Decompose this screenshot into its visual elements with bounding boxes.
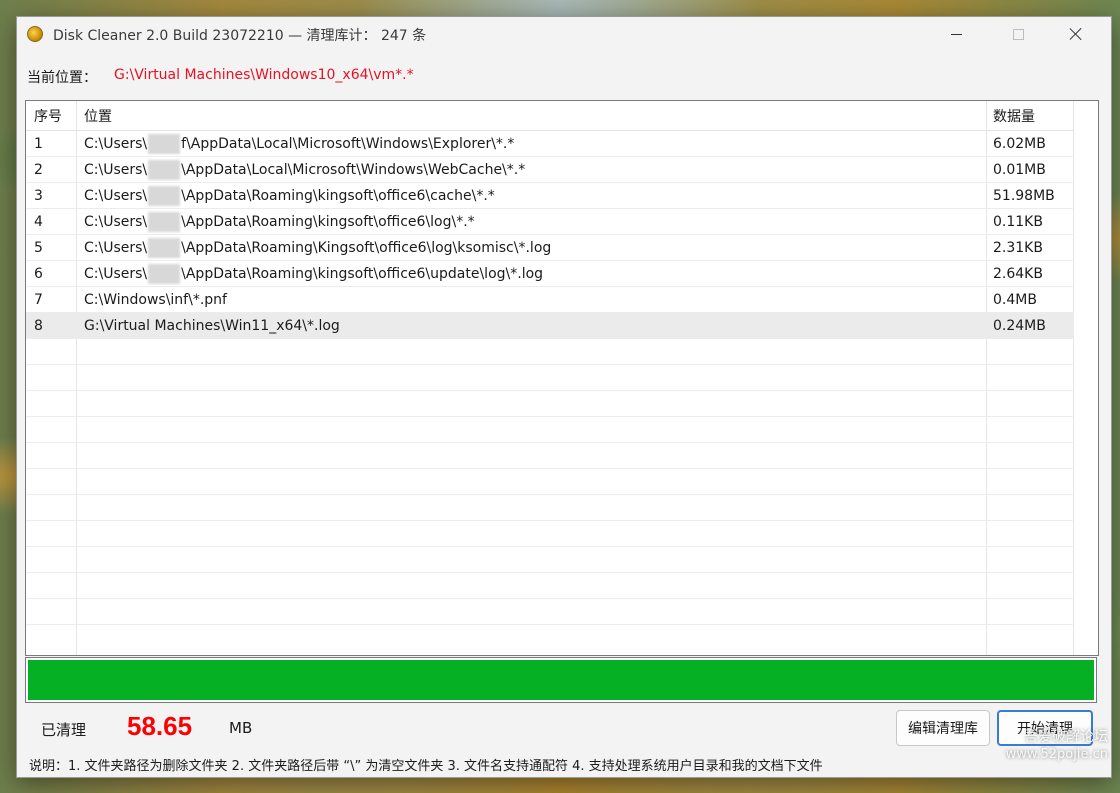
- title-bar[interactable]: Disk Cleaner 2.0 Build 23072210 — 清理库计： …: [17, 17, 1111, 51]
- cleaned-unit: MB: [229, 719, 253, 737]
- header-index[interactable]: 序号: [34, 101, 74, 130]
- row-path: G:\Virtual Machines\Win11_x64\*.log: [84, 317, 340, 334]
- empty-row: [26, 521, 1074, 547]
- table-row[interactable]: 5 C:\Users\ \AppData\Roaming\Kingsoft\off…: [26, 235, 1074, 261]
- row-path: C:\Users\ \AppData\Local\Microsoft\Window…: [84, 159, 526, 180]
- redacted-username: [148, 133, 181, 154]
- row-path: C:\Users\ \AppData\Roaming\kingsoft\offic…: [84, 263, 544, 284]
- cleaned-label: 已清理: [41, 721, 87, 739]
- watermark-title: 吾爱破解论坛: [1024, 729, 1108, 745]
- location-label: 当前位置：: [27, 70, 97, 86]
- row-path: C:\Users\ f\AppData\Local\Microsoft\Windo…: [84, 133, 515, 154]
- table-row[interactable]: 4 C:\Users\ \AppData\Roaming\kingsoft\off…: [26, 209, 1074, 235]
- close-button[interactable]: [1047, 17, 1105, 51]
- row-index: 2: [34, 161, 43, 178]
- app-window: Disk Cleaner 2.0 Build 23072210 — 清理库计： …: [16, 16, 1112, 778]
- table-row[interactable]: 1 C:\Users\ f\AppData\Local\Microsoft\Win…: [26, 131, 1074, 157]
- window-title: Disk Cleaner 2.0 Build 23072210 — 清理库计： …: [53, 28, 427, 44]
- empty-row: [26, 469, 1074, 495]
- empty-row: [26, 391, 1074, 417]
- row-index: 5: [34, 239, 43, 256]
- row-size: 6.02MB: [993, 135, 1046, 152]
- table-row[interactable]: 2 C:\Users\ \AppData\Local\Microsoft\Wind…: [26, 157, 1074, 183]
- watermark: 吾爱破解论坛 www.52pojie.cn: [1006, 728, 1108, 764]
- row-size: 0.01MB: [993, 161, 1046, 178]
- table-row[interactable]: 6 C:\Users\ \AppData\Roaming\kingsoft\off…: [26, 261, 1074, 287]
- minimize-icon: [950, 33, 962, 35]
- redacted-username: [148, 159, 181, 180]
- row-size: 0.4MB: [993, 291, 1037, 308]
- row-index: 6: [34, 265, 43, 282]
- empty-row: [26, 339, 1074, 365]
- help-note: 说明：1. 文件夹路径为删除文件夹 2. 文件夹路径后带 “\” 为清空文件夹 …: [29, 759, 823, 774]
- row-size: 0.11KB: [993, 213, 1043, 230]
- empty-row: [26, 417, 1074, 443]
- location-value: G:\Virtual Machines\Windows10_x64\vm*.*: [114, 67, 414, 83]
- row-size: 2.64KB: [993, 265, 1043, 282]
- row-index: 7: [34, 291, 43, 308]
- cleaned-amount: 58.65: [127, 711, 193, 741]
- table-row-selected[interactable]: 8 G:\Virtual Machines\Win11_x64\*.log 0.…: [26, 313, 1074, 339]
- header-location[interactable]: 位置: [84, 101, 984, 130]
- app-icon: [27, 26, 43, 42]
- maximize-button[interactable]: [989, 17, 1047, 51]
- redacted-username: [148, 263, 181, 284]
- empty-row: [26, 599, 1074, 625]
- table-row[interactable]: 3 C:\Users\ \AppData\Roaming\kingsoft\off…: [26, 183, 1074, 209]
- watermark-url: www.52pojie.cn: [1005, 747, 1108, 762]
- redacted-username: [148, 185, 181, 206]
- empty-row: [26, 573, 1074, 599]
- minimize-button[interactable]: [927, 17, 985, 51]
- close-icon: [1070, 28, 1082, 40]
- table-header: 序号 位置 数据量: [26, 101, 1074, 131]
- empty-row: [26, 365, 1074, 391]
- row-size: 51.98MB: [993, 187, 1055, 204]
- cleanup-list[interactable]: 序号 位置 数据量 1 C:\Users\ f\AppData\Local\Mic…: [25, 100, 1099, 656]
- redacted-username: [148, 211, 181, 232]
- empty-row: [26, 495, 1074, 521]
- row-size: 2.31KB: [993, 239, 1043, 256]
- redacted-username: [148, 237, 181, 258]
- empty-row: [26, 547, 1074, 573]
- progress-fill: [28, 660, 1094, 700]
- row-index: 4: [34, 213, 43, 230]
- table-row[interactable]: 7 C:\Windows\inf\*.pnf 0.4MB: [26, 287, 1074, 313]
- row-path: C:\Users\ \AppData\Roaming\Kingsoft\offic…: [84, 237, 552, 258]
- header-size[interactable]: 数据量: [993, 101, 1073, 130]
- edit-library-button[interactable]: 编辑清理库: [896, 710, 990, 746]
- progress-bar: [25, 657, 1097, 703]
- row-path: C:\Windows\inf\*.pnf: [84, 291, 227, 308]
- row-index: 1: [34, 135, 43, 152]
- row-path: C:\Users\ \AppData\Roaming\kingsoft\offic…: [84, 211, 475, 232]
- row-index: 3: [34, 187, 43, 204]
- maximize-icon: [1012, 28, 1024, 40]
- empty-row: [26, 443, 1074, 469]
- row-index: 8: [34, 317, 43, 334]
- row-path: C:\Users\ \AppData\Roaming\kingsoft\offic…: [84, 185, 495, 206]
- row-size: 0.24MB: [993, 317, 1046, 334]
